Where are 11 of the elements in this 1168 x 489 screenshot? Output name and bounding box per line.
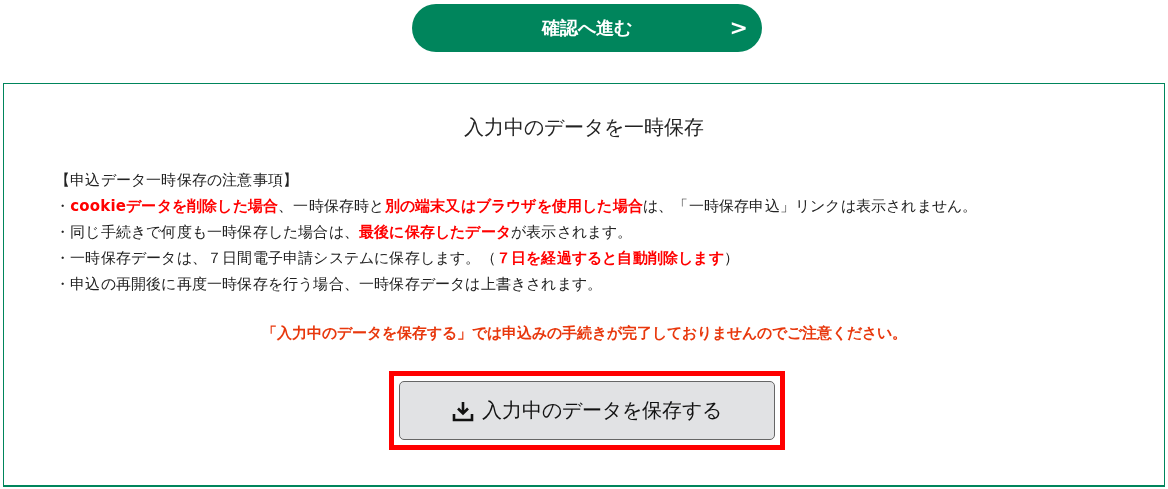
next-button[interactable]: 確認へ進む > [412, 4, 762, 52]
note-line: ・cookieデータを削除した場合、一時保存時と別の端末又はブラウザを使用した場合は、「一時保存申込」リンクは表示されません。 [55, 196, 979, 217]
note-line: ・申込の再開後に再度一時保存を行う場合、一時保存データは上書きされます。 [55, 274, 604, 295]
save-button[interactable]: 入力中のデータを保存する [399, 381, 775, 440]
warning-text: 「入力中のデータを保存する」では申込みの手続きが完了しておりませんのでご注意ください。 [260, 324, 908, 343]
arrow-glyph: > [729, 15, 748, 40]
panel-title: 入力中のデータを一時保存 [463, 114, 705, 141]
note-line: ・同じ手続きで何度も一時保存した場合は、最後に保存したデータが表示されます。 [55, 222, 634, 243]
note-line: ・一時保存データは、７日間電子申請システムに保存します。（７日を経過すると自動削除します） [55, 248, 740, 269]
notes-heading: 【申込データ一時保存の注意事項】 [55, 170, 300, 191]
download-icon [452, 399, 474, 422]
